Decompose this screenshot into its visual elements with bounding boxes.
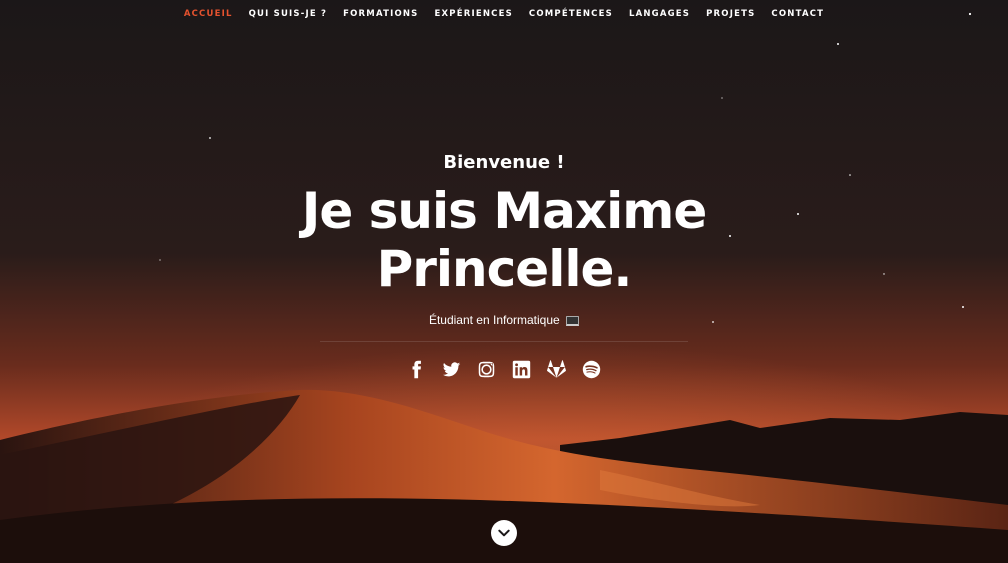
nav-link-experiences[interactable]: EXPÉRIENCES [427, 9, 521, 19]
hero-subtitle: Étudiant en Informatique [0, 313, 1008, 327]
nav-link-projets[interactable]: PROJETS [698, 9, 763, 19]
hero-subtitle-text: Étudiant en Informatique [428, 313, 560, 327]
main-navigation: ACCUEIL QUI SUIS-JE ? FORMATIONS EXPÉRIE… [0, 0, 1008, 28]
hero-divider [320, 341, 688, 342]
chevron-down-icon [498, 529, 510, 537]
instagram-icon[interactable] [477, 359, 497, 379]
hero-name-title: Je suis Maxime Princelle. [254, 182, 754, 298]
laptop-icon [566, 315, 580, 326]
nav-link-formations[interactable]: FORMATIONS [335, 9, 426, 19]
welcome-heading: Bienvenue ! [443, 152, 565, 173]
nav-link-qui-suis-je[interactable]: QUI SUIS-JE ? [241, 9, 336, 19]
nav-link-competences[interactable]: COMPÉTENCES [521, 9, 621, 19]
nav-link-langages[interactable]: LANGAGES [621, 9, 698, 19]
twitter-icon[interactable] [442, 359, 462, 379]
linkedin-icon[interactable] [512, 359, 532, 379]
hero-name-line-2: Princelle. [376, 240, 633, 298]
scroll-down-button[interactable] [491, 520, 517, 546]
nav-link-contact[interactable]: CONTACT [763, 9, 832, 19]
spotify-icon[interactable] [582, 359, 602, 379]
facebook-icon[interactable] [407, 359, 427, 379]
gitlab-icon[interactable] [547, 359, 567, 379]
hero-name-line-1: Je suis Maxime [301, 182, 707, 240]
social-links [0, 359, 1008, 379]
nav-link-accueil[interactable]: ACCUEIL [176, 9, 241, 19]
